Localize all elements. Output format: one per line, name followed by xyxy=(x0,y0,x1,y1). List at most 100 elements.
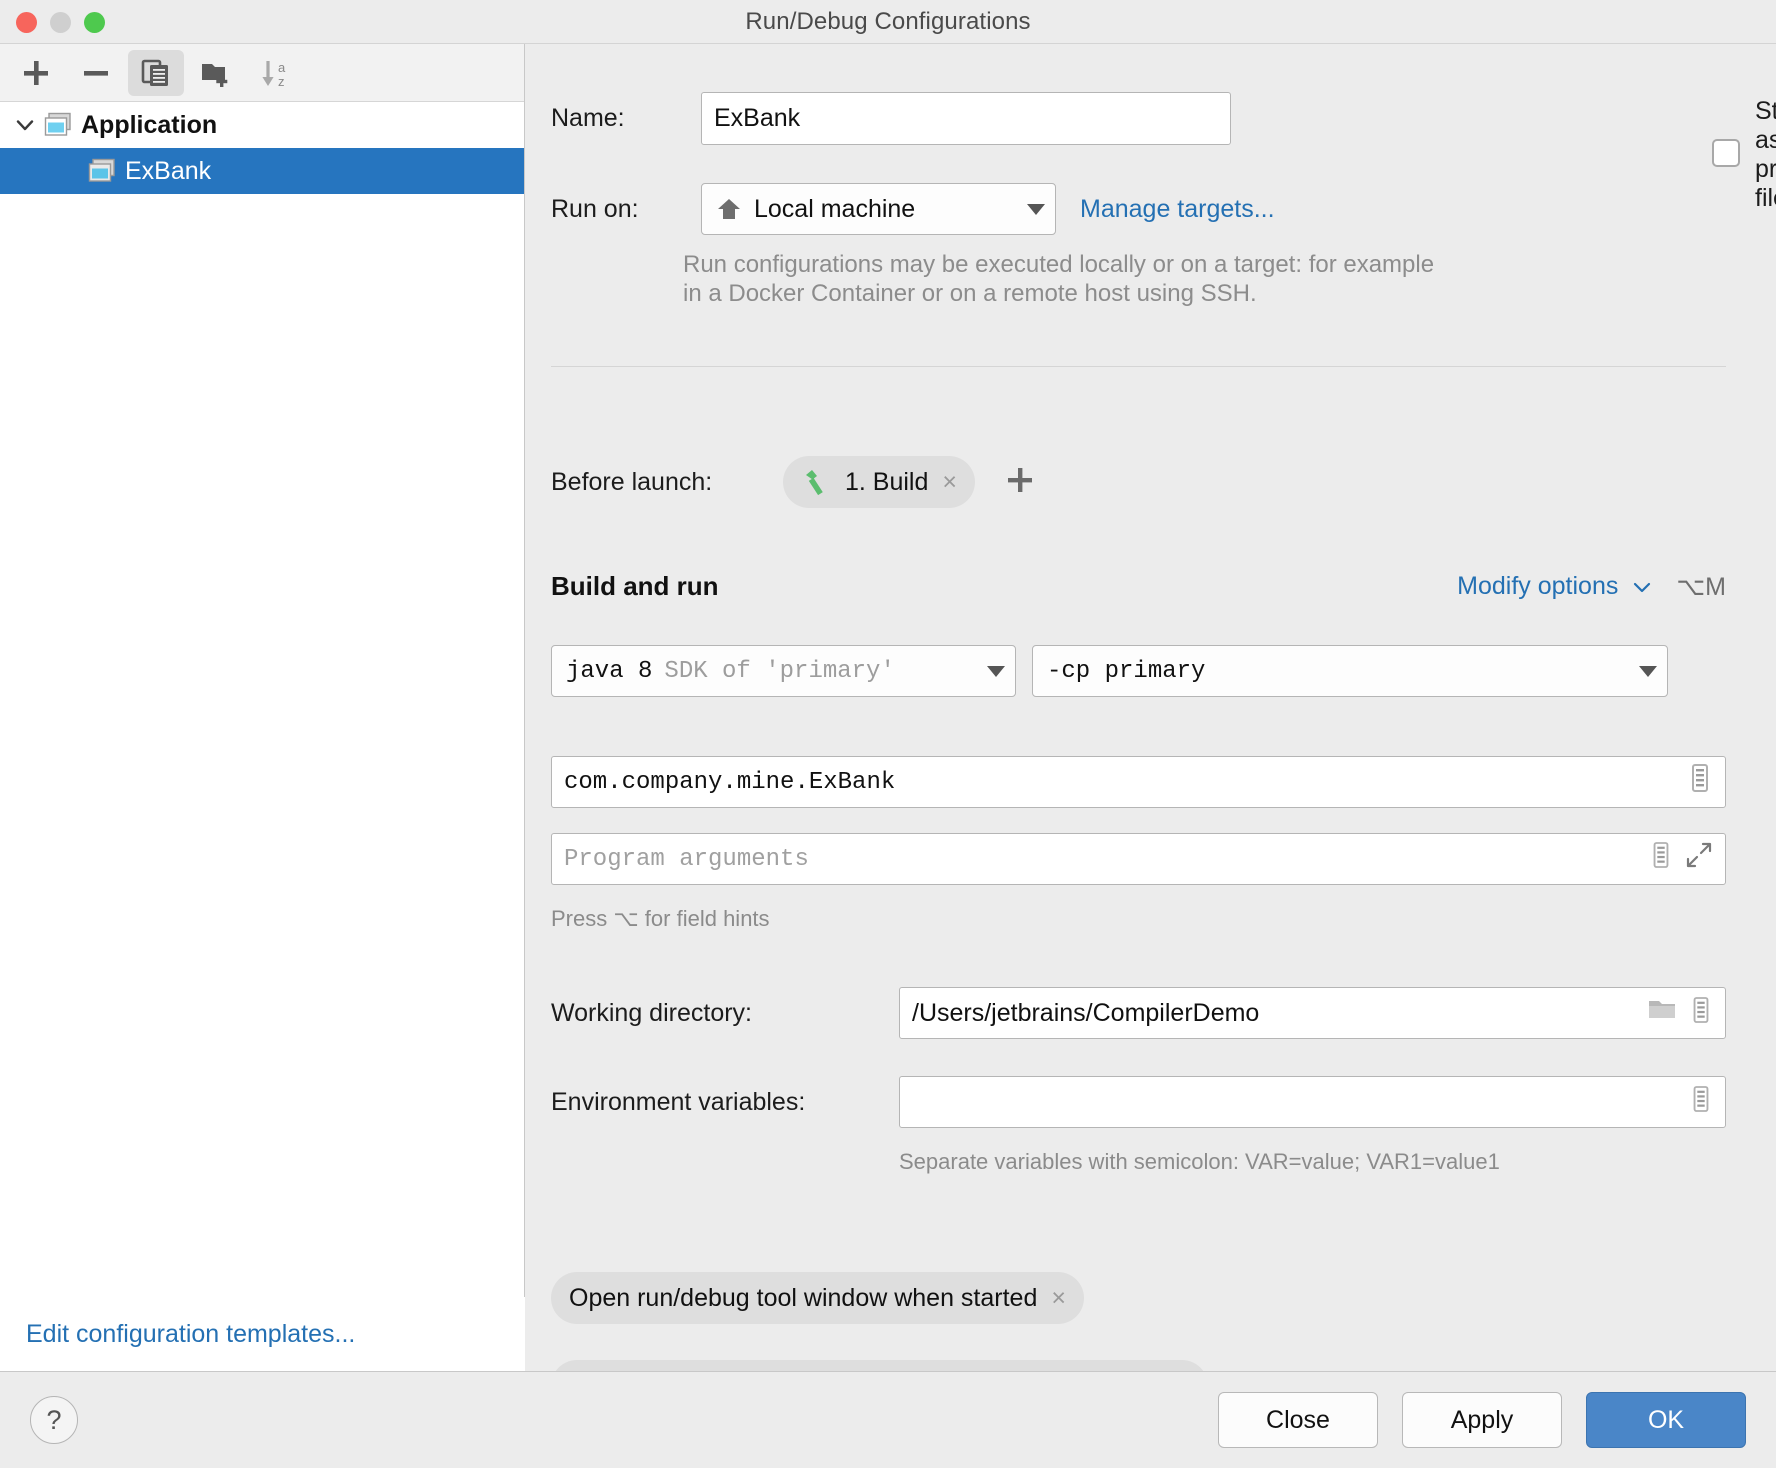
run-on-row: Run on: Local machine Manage targets... xyxy=(551,183,1275,235)
before-launch-chip-label: 1. Build xyxy=(845,468,928,497)
classpath-dropdown[interactable]: -cp primary xyxy=(1032,645,1668,697)
configurations-toolbar: a z xyxy=(0,44,524,102)
folder-add-icon xyxy=(199,56,233,90)
dialog-footer: ? Close Apply OK xyxy=(0,1372,1776,1468)
configuration-editor-panel: Name: ExBank Store as project file xyxy=(525,44,1776,1371)
close-button[interactable]: Close xyxy=(1218,1392,1378,1448)
working-directory-value: /Users/jetbrains/CompilerDemo xyxy=(912,999,1259,1028)
environment-variables-hint: Separate variables with semicolon: VAR=v… xyxy=(899,1149,1500,1175)
sdk-dropdown[interactable]: java 8 SDK of 'primary' xyxy=(551,645,1016,697)
list-icon[interactable] xyxy=(1649,841,1673,877)
sdk-classpath-row: java 8 SDK of 'primary' -cp primary xyxy=(551,645,1668,697)
before-launch-row: Before launch: 1. Build × xyxy=(551,456,1037,508)
application-icon xyxy=(44,112,72,138)
sort-configurations-button[interactable]: a z xyxy=(248,50,304,96)
help-button[interactable]: ? xyxy=(30,1396,78,1444)
application-icon xyxy=(88,158,116,184)
window-title: Run/Debug Configurations xyxy=(745,8,1030,36)
run-on-description-line2: in a Docker Container or on a remote hos… xyxy=(683,279,1434,308)
sdk-value: java 8 xyxy=(566,658,652,685)
store-as-project-file-row: Store as project file xyxy=(1711,97,1776,213)
plus-icon xyxy=(1003,463,1037,497)
add-before-launch-task-button[interactable] xyxy=(1003,463,1037,502)
modify-options-shortcut: ⌥M xyxy=(1676,572,1726,602)
name-label: Name: xyxy=(551,104,701,133)
option-chip-label: Open run/debug tool window when started xyxy=(569,1284,1037,1313)
main-class-input[interactable]: com.company.mine.ExBank xyxy=(551,756,1726,808)
close-window-button[interactable] xyxy=(16,12,37,33)
ok-button[interactable]: OK xyxy=(1586,1392,1746,1448)
main-class-value: com.company.mine.ExBank xyxy=(564,769,895,796)
name-row: Name: ExBank xyxy=(551,92,1711,145)
run-on-description-line1: Run configurations may be executed local… xyxy=(683,250,1434,279)
section-divider xyxy=(551,366,1726,367)
new-folder-button[interactable] xyxy=(188,50,244,96)
sort-alphabetical-icon: a z xyxy=(259,56,293,90)
apply-button[interactable]: Apply xyxy=(1402,1392,1562,1448)
remove-configuration-button[interactable] xyxy=(68,50,124,96)
manage-targets-link[interactable]: Manage targets... xyxy=(1080,195,1275,224)
add-configuration-button[interactable] xyxy=(8,50,64,96)
option-chip-open-tool-window[interactable]: Open run/debug tool window when started … xyxy=(551,1272,1084,1324)
title-bar: Run/Debug Configurations xyxy=(0,0,1776,44)
chevron-down-icon[interactable] xyxy=(6,114,44,136)
footer-buttons: Close Apply OK xyxy=(1218,1392,1746,1448)
configurations-tree: Application ExBank xyxy=(0,102,524,1371)
dialog-body: a z xyxy=(0,44,1776,1372)
field-hints-text: Press ⌥ for field hints xyxy=(551,906,770,932)
svg-text:a: a xyxy=(278,60,286,75)
list-icon[interactable] xyxy=(1689,996,1713,1031)
before-launch-build-chip[interactable]: 1. Build × xyxy=(783,456,975,508)
tree-item-exbank[interactable]: ExBank xyxy=(0,148,524,194)
environment-variables-row: Environment variables: xyxy=(551,1076,1726,1128)
store-as-project-file-label: Store as project file xyxy=(1755,97,1776,213)
tree-group-label: Application xyxy=(81,111,217,140)
home-icon xyxy=(716,196,742,222)
store-as-project-file-checkbox[interactable] xyxy=(1711,138,1741,173)
chevron-down-icon[interactable] xyxy=(1027,204,1045,215)
before-launch-label: Before launch: xyxy=(551,468,783,497)
folder-icon[interactable] xyxy=(1647,997,1677,1030)
run-on-value: Local machine xyxy=(754,195,915,224)
program-arguments-placeholder: Program arguments xyxy=(564,846,809,873)
window-controls xyxy=(16,0,105,44)
expand-icon[interactable] xyxy=(1685,841,1713,877)
name-input[interactable]: ExBank xyxy=(701,92,1231,145)
chevron-down-icon[interactable] xyxy=(1630,575,1654,599)
copy-icon xyxy=(139,56,173,90)
edit-configuration-templates-row: Edit configuration templates... xyxy=(0,1297,525,1371)
working-directory-row: Working directory: /Users/jetbrains/Comp… xyxy=(551,987,1726,1039)
zoom-window-button[interactable] xyxy=(84,12,105,33)
hammer-icon xyxy=(801,467,831,497)
build-and-run-header: Build and run Modify options ⌥M xyxy=(551,571,1726,602)
chevron-down-icon[interactable] xyxy=(1639,666,1657,677)
modify-options-link[interactable]: Modify options xyxy=(1457,572,1618,601)
chevron-down-icon[interactable] xyxy=(987,666,1005,677)
minimize-window-button[interactable] xyxy=(50,12,71,33)
list-icon[interactable] xyxy=(1689,1085,1713,1120)
working-directory-input[interactable]: /Users/jetbrains/CompilerDemo xyxy=(899,987,1726,1039)
name-input-value: ExBank xyxy=(714,104,800,133)
option-chip-provided-scope[interactable]: Add dependencies with “provided” scope t… xyxy=(551,1360,1208,1371)
run-debug-configurations-dialog: Run/Debug Configurations xyxy=(0,0,1776,1468)
minus-icon xyxy=(79,56,113,90)
run-on-description: Run configurations may be executed local… xyxy=(683,250,1434,309)
environment-variables-label: Environment variables: xyxy=(551,1088,899,1117)
svg-text:z: z xyxy=(278,74,285,89)
tree-group-application[interactable]: Application xyxy=(0,102,524,148)
plus-icon xyxy=(19,56,53,90)
tree-item-label: ExBank xyxy=(125,157,211,186)
copy-configuration-button[interactable] xyxy=(128,50,184,96)
program-arguments-input[interactable]: Program arguments xyxy=(551,833,1726,885)
close-icon[interactable]: × xyxy=(1051,1284,1066,1313)
run-on-dropdown[interactable]: Local machine xyxy=(701,183,1056,235)
sdk-suffix: SDK of 'primary' xyxy=(664,658,894,685)
configurations-panel: a z xyxy=(0,44,525,1371)
edit-configuration-templates-link[interactable]: Edit configuration templates... xyxy=(26,1320,355,1349)
close-icon[interactable]: × xyxy=(942,468,957,497)
working-directory-label: Working directory: xyxy=(551,999,899,1028)
build-and-run-title: Build and run xyxy=(551,571,719,602)
run-on-label: Run on: xyxy=(551,195,701,224)
list-icon[interactable] xyxy=(1687,763,1713,801)
environment-variables-input[interactable] xyxy=(899,1076,1726,1128)
